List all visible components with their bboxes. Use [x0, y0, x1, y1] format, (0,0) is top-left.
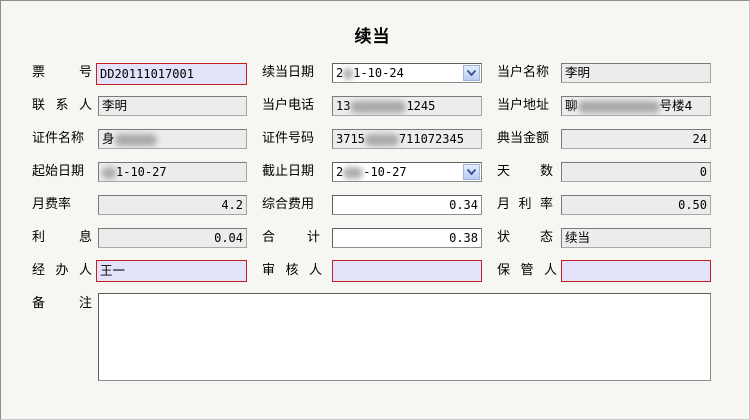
renew-date-prefix: 2 [336, 66, 344, 80]
label-sum: 合计 [262, 228, 320, 248]
address-prefix: 聊 [565, 98, 578, 113]
label-char: 系 [55, 98, 69, 113]
renew-date-suffix: 1-10-24 [353, 66, 404, 80]
redacted-mark [364, 133, 399, 146]
start-date-suffix: 1-10-27 [116, 165, 167, 179]
label-id-type: 证件名称 [32, 131, 85, 146]
label-char: 计 [306, 230, 320, 245]
chevron-down-icon[interactable] [463, 164, 480, 180]
label-total-fee: 综合费用 [262, 197, 315, 212]
phone-suffix: 1245 [406, 99, 436, 113]
label-char: 核 [285, 263, 299, 278]
end-date-prefix: 2 [336, 165, 344, 179]
label-char: 联 [32, 98, 46, 113]
label-pawner-name: 当户名称 [497, 65, 550, 80]
id-type-field[interactable]: 身 [98, 129, 247, 149]
id-number-field[interactable]: 3715 711072345 [332, 129, 482, 149]
label-char: 人 [78, 263, 92, 278]
end-date-picker[interactable]: 2 -10-27 [332, 162, 482, 182]
id-type-prefix: 身 [102, 131, 115, 146]
label-ticket-no: 票号 [32, 63, 92, 83]
remarks-textarea[interactable] [98, 293, 711, 381]
phone-prefix: 13 [336, 99, 351, 113]
label-interest: 利息 [32, 228, 92, 248]
label-char: 保 [497, 263, 511, 278]
label-char: 利 [518, 197, 532, 212]
label-monthly-fee-rate: 月费率 [32, 197, 72, 212]
renew-date-picker[interactable]: 2 1-10-24 [332, 63, 482, 83]
total-fee-field[interactable]: 0.34 [332, 195, 482, 215]
label-remarks: 备注 [32, 294, 92, 314]
redacted-mark [577, 100, 660, 113]
label-pawner-address: 当户地址 [497, 98, 550, 113]
label-reviewer: 审核人 [262, 261, 322, 281]
label-char: 态 [539, 230, 553, 245]
status-field[interactable]: 续当 [561, 228, 711, 248]
label-char: 天 [497, 164, 511, 179]
id-number-suffix: 711072345 [398, 132, 464, 146]
pawn-amount-field[interactable]: 24 [561, 129, 711, 149]
label-char: 注 [78, 296, 92, 311]
pawner-name-field[interactable]: 李明 [561, 63, 711, 83]
reviewer-field[interactable] [332, 260, 482, 282]
label-char: 利 [32, 230, 46, 245]
address-suffix: 号楼4 [659, 98, 693, 113]
pawner-address-field[interactable]: 聊 号楼4 [561, 96, 711, 116]
label-end-date: 截止日期 [262, 164, 315, 179]
label-renew-date: 续当日期 [262, 65, 315, 80]
label-id-number: 证件号码 [262, 131, 315, 146]
label-handler: 经办人 [32, 261, 92, 281]
handler-field[interactable]: 王一 [96, 260, 247, 282]
label-monthly-interest-rate: 月利率 [497, 195, 553, 215]
redacted-mark [343, 67, 354, 80]
custodian-field[interactable] [561, 260, 711, 282]
monthly-interest-rate-field[interactable]: 0.50 [561, 195, 711, 215]
label-pawn-amount: 典当金额 [497, 131, 550, 146]
label-char: 办 [55, 263, 69, 278]
label-char: 月 [497, 197, 511, 212]
label-char: 率 [539, 197, 553, 212]
ticket-no-field[interactable]: DD20111017001 [96, 63, 247, 85]
label-contact: 联系人 [32, 96, 92, 116]
redacted-mark [350, 100, 407, 113]
label-char: 人 [78, 98, 92, 113]
interest-field[interactable]: 0.04 [98, 228, 247, 248]
end-date-suffix: -10-27 [363, 165, 407, 179]
redacted-mark [343, 166, 364, 179]
label-char: 号 [78, 65, 92, 80]
label-char: 经 [32, 263, 46, 278]
sum-field[interactable]: 0.38 [332, 228, 482, 248]
label-days: 天数 [497, 162, 553, 182]
redacted-mark [114, 133, 157, 146]
label-char: 备 [32, 296, 46, 311]
days-field[interactable]: 0 [561, 162, 711, 182]
label-char: 数 [539, 164, 553, 179]
contact-field[interactable]: 李明 [98, 96, 247, 116]
label-char: 人 [308, 263, 322, 278]
label-char: 状 [497, 230, 511, 245]
chevron-down-icon[interactable] [463, 65, 480, 81]
id-number-prefix: 3715 [336, 132, 365, 146]
pawner-phone-field[interactable]: 13 1245 [332, 96, 482, 116]
label-status: 状态 [497, 228, 553, 248]
label-char: 票 [32, 65, 46, 80]
label-pawner-phone: 当户电话 [262, 98, 315, 113]
label-char: 管 [520, 263, 534, 278]
label-char: 息 [78, 230, 92, 245]
label-char: 审 [262, 263, 276, 278]
label-char: 人 [543, 263, 557, 278]
label-char: 合 [262, 230, 276, 245]
form-title: 续当 [354, 27, 391, 47]
start-date-field[interactable]: 1-10-27 [98, 162, 247, 182]
redacted-mark [102, 166, 116, 179]
label-custodian: 保管人 [497, 261, 557, 281]
monthly-fee-rate-field[interactable]: 4.2 [98, 195, 247, 215]
label-start-date: 起始日期 [32, 164, 85, 179]
